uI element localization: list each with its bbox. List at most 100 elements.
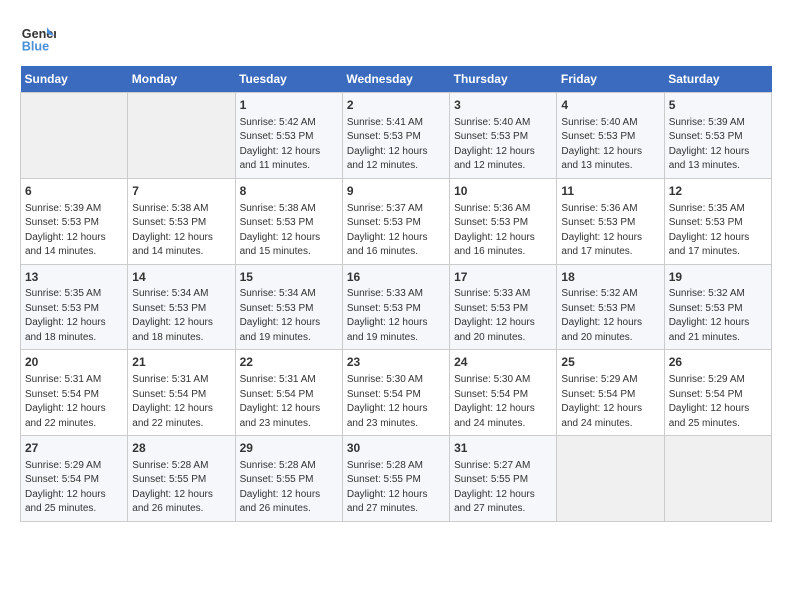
weekday-header-monday: Monday: [128, 66, 235, 93]
day-number: 19: [669, 269, 767, 286]
day-info: Sunrise: 5:37 AMSunset: 5:53 PMDaylight:…: [347, 202, 445, 260]
day-info: Sunrise: 5:35 AMSunset: 5:53 PMDaylight:…: [25, 287, 123, 345]
calendar-cell: 2 Sunrise: 5:41 AMSunset: 5:53 PMDaylight…: [342, 93, 449, 179]
day-number: 1: [240, 97, 338, 114]
calendar-week-4: 20 Sunrise: 5:31 AMSunset: 5:54 PMDayligh…: [21, 350, 772, 436]
day-info: Sunrise: 5:31 AMSunset: 5:54 PMDaylight:…: [240, 373, 338, 431]
weekday-header-thursday: Thursday: [450, 66, 557, 93]
day-number: 5: [669, 97, 767, 114]
day-number: 6: [25, 183, 123, 200]
day-number: 21: [132, 354, 230, 371]
calendar-cell: 18Sunrise: 5:32 AMSunset: 5:53 PMDayligh…: [557, 264, 664, 350]
day-info: Sunrise: 5:35 AMSunset: 5:53 PMDaylight:…: [669, 202, 767, 260]
day-info: Sunrise: 5:31 AMSunset: 5:54 PMDaylight:…: [25, 373, 123, 431]
day-number: 8: [240, 183, 338, 200]
day-info: Sunrise: 5:29 AMSunset: 5:54 PMDaylight:…: [25, 459, 123, 517]
day-info: Sunrise: 5:31 AMSunset: 5:54 PMDaylight:…: [132, 373, 230, 431]
calendar-cell: 17Sunrise: 5:33 AMSunset: 5:53 PMDayligh…: [450, 264, 557, 350]
day-number: 7: [132, 183, 230, 200]
day-info: Sunrise: 5:29 AMSunset: 5:54 PMDaylight:…: [669, 373, 767, 431]
day-number: 27: [25, 440, 123, 457]
calendar-cell: [128, 93, 235, 179]
day-info: Sunrise: 5:28 AMSunset: 5:55 PMDaylight:…: [132, 459, 230, 517]
weekday-header-friday: Friday: [557, 66, 664, 93]
calendar-cell: 22 Sunrise: 5:31 AMSunset: 5:54 PMDayligh…: [235, 350, 342, 436]
calendar-cell: 23 Sunrise: 5:30 AMSunset: 5:54 PMDayligh…: [342, 350, 449, 436]
day-number: 14: [132, 269, 230, 286]
day-number: 20: [25, 354, 123, 371]
day-number: 9: [347, 183, 445, 200]
day-info: Sunrise: 5:40 AMSunset: 5:53 PMDaylight:…: [561, 116, 659, 174]
day-info: Sunrise: 5:29 AMSunset: 5:54 PMDaylight:…: [561, 373, 659, 431]
weekday-header-row: SundayMondayTuesdayWednesdayThursdayFrid…: [21, 66, 772, 93]
calendar-cell: 9 Sunrise: 5:37 AMSunset: 5:53 PMDaylight…: [342, 178, 449, 264]
calendar-cell: 24 Sunrise: 5:30 AMSunset: 5:54 PMDayligh…: [450, 350, 557, 436]
calendar-cell: 21 Sunrise: 5:31 AMSunset: 5:54 PMDayligh…: [128, 350, 235, 436]
calendar-cell: 1 Sunrise: 5:42 AMSunset: 5:53 PMDaylight…: [235, 93, 342, 179]
day-number: 17: [454, 269, 552, 286]
day-number: 10: [454, 183, 552, 200]
day-number: 25: [561, 354, 659, 371]
calendar-cell: [664, 436, 771, 522]
day-info: Sunrise: 5:39 AMSunset: 5:53 PMDaylight:…: [669, 116, 767, 174]
day-info: Sunrise: 5:36 AMSunset: 5:53 PMDaylight:…: [454, 202, 552, 260]
day-info: Sunrise: 5:39 AMSunset: 5:53 PMDaylight:…: [25, 202, 123, 260]
calendar-cell: 7 Sunrise: 5:38 AMSunset: 5:53 PMDaylight…: [128, 178, 235, 264]
calendar-week-2: 6 Sunrise: 5:39 AMSunset: 5:53 PMDaylight…: [21, 178, 772, 264]
svg-text:Blue: Blue: [22, 40, 49, 54]
day-number: 22: [240, 354, 338, 371]
day-number: 13: [25, 269, 123, 286]
day-info: Sunrise: 5:32 AMSunset: 5:53 PMDaylight:…: [561, 287, 659, 345]
calendar-cell: 5 Sunrise: 5:39 AMSunset: 5:53 PMDaylight…: [664, 93, 771, 179]
day-info: Sunrise: 5:30 AMSunset: 5:54 PMDaylight:…: [347, 373, 445, 431]
calendar-cell: 16Sunrise: 5:33 AMSunset: 5:53 PMDayligh…: [342, 264, 449, 350]
day-info: Sunrise: 5:34 AMSunset: 5:53 PMDaylight:…: [132, 287, 230, 345]
day-number: 12: [669, 183, 767, 200]
day-number: 26: [669, 354, 767, 371]
day-number: 23: [347, 354, 445, 371]
calendar-cell: 28 Sunrise: 5:28 AMSunset: 5:55 PMDayligh…: [128, 436, 235, 522]
page-header: General Blue: [20, 20, 772, 56]
day-info: Sunrise: 5:27 AMSunset: 5:55 PMDaylight:…: [454, 459, 552, 517]
calendar-cell: 13Sunrise: 5:35 AMSunset: 5:53 PMDayligh…: [21, 264, 128, 350]
calendar-week-5: 27 Sunrise: 5:29 AMSunset: 5:54 PMDayligh…: [21, 436, 772, 522]
day-number: 11: [561, 183, 659, 200]
calendar-cell: 26 Sunrise: 5:29 AMSunset: 5:54 PMDayligh…: [664, 350, 771, 436]
calendar-cell: 6 Sunrise: 5:39 AMSunset: 5:53 PMDaylight…: [21, 178, 128, 264]
day-number: 16: [347, 269, 445, 286]
calendar-cell: 27 Sunrise: 5:29 AMSunset: 5:54 PMDayligh…: [21, 436, 128, 522]
logo-icon: General Blue: [20, 20, 56, 56]
day-number: 2: [347, 97, 445, 114]
calendar-cell: 25 Sunrise: 5:29 AMSunset: 5:54 PMDayligh…: [557, 350, 664, 436]
calendar-cell: [21, 93, 128, 179]
day-number: 28: [132, 440, 230, 457]
day-info: Sunrise: 5:30 AMSunset: 5:54 PMDaylight:…: [454, 373, 552, 431]
calendar-cell: [557, 436, 664, 522]
day-info: Sunrise: 5:41 AMSunset: 5:53 PMDaylight:…: [347, 116, 445, 174]
calendar-cell: 31Sunrise: 5:27 AMSunset: 5:55 PMDayligh…: [450, 436, 557, 522]
calendar-cell: 4 Sunrise: 5:40 AMSunset: 5:53 PMDaylight…: [557, 93, 664, 179]
day-info: Sunrise: 5:38 AMSunset: 5:53 PMDaylight:…: [132, 202, 230, 260]
day-number: 29: [240, 440, 338, 457]
calendar-cell: 12 Sunrise: 5:35 AMSunset: 5:53 PMDayligh…: [664, 178, 771, 264]
day-number: 4: [561, 97, 659, 114]
day-info: Sunrise: 5:40 AMSunset: 5:53 PMDaylight:…: [454, 116, 552, 174]
weekday-header-wednesday: Wednesday: [342, 66, 449, 93]
day-number: 24: [454, 354, 552, 371]
day-info: Sunrise: 5:28 AMSunset: 5:55 PMDaylight:…: [347, 459, 445, 517]
calendar-week-1: 1 Sunrise: 5:42 AMSunset: 5:53 PMDaylight…: [21, 93, 772, 179]
day-number: 3: [454, 97, 552, 114]
day-number: 15: [240, 269, 338, 286]
calendar-cell: 14Sunrise: 5:34 AMSunset: 5:53 PMDayligh…: [128, 264, 235, 350]
calendar-cell: 8Sunrise: 5:38 AMSunset: 5:53 PMDaylight…: [235, 178, 342, 264]
day-info: Sunrise: 5:32 AMSunset: 5:53 PMDaylight:…: [669, 287, 767, 345]
day-number: 18: [561, 269, 659, 286]
day-info: Sunrise: 5:33 AMSunset: 5:53 PMDaylight:…: [347, 287, 445, 345]
day-info: Sunrise: 5:28 AMSunset: 5:55 PMDaylight:…: [240, 459, 338, 517]
day-info: Sunrise: 5:42 AMSunset: 5:53 PMDaylight:…: [240, 116, 338, 174]
calendar-cell: 11 Sunrise: 5:36 AMSunset: 5:53 PMDayligh…: [557, 178, 664, 264]
day-info: Sunrise: 5:33 AMSunset: 5:53 PMDaylight:…: [454, 287, 552, 345]
day-info: Sunrise: 5:34 AMSunset: 5:53 PMDaylight:…: [240, 287, 338, 345]
day-info: Sunrise: 5:36 AMSunset: 5:53 PMDaylight:…: [561, 202, 659, 260]
calendar-cell: 19Sunrise: 5:32 AMSunset: 5:53 PMDayligh…: [664, 264, 771, 350]
